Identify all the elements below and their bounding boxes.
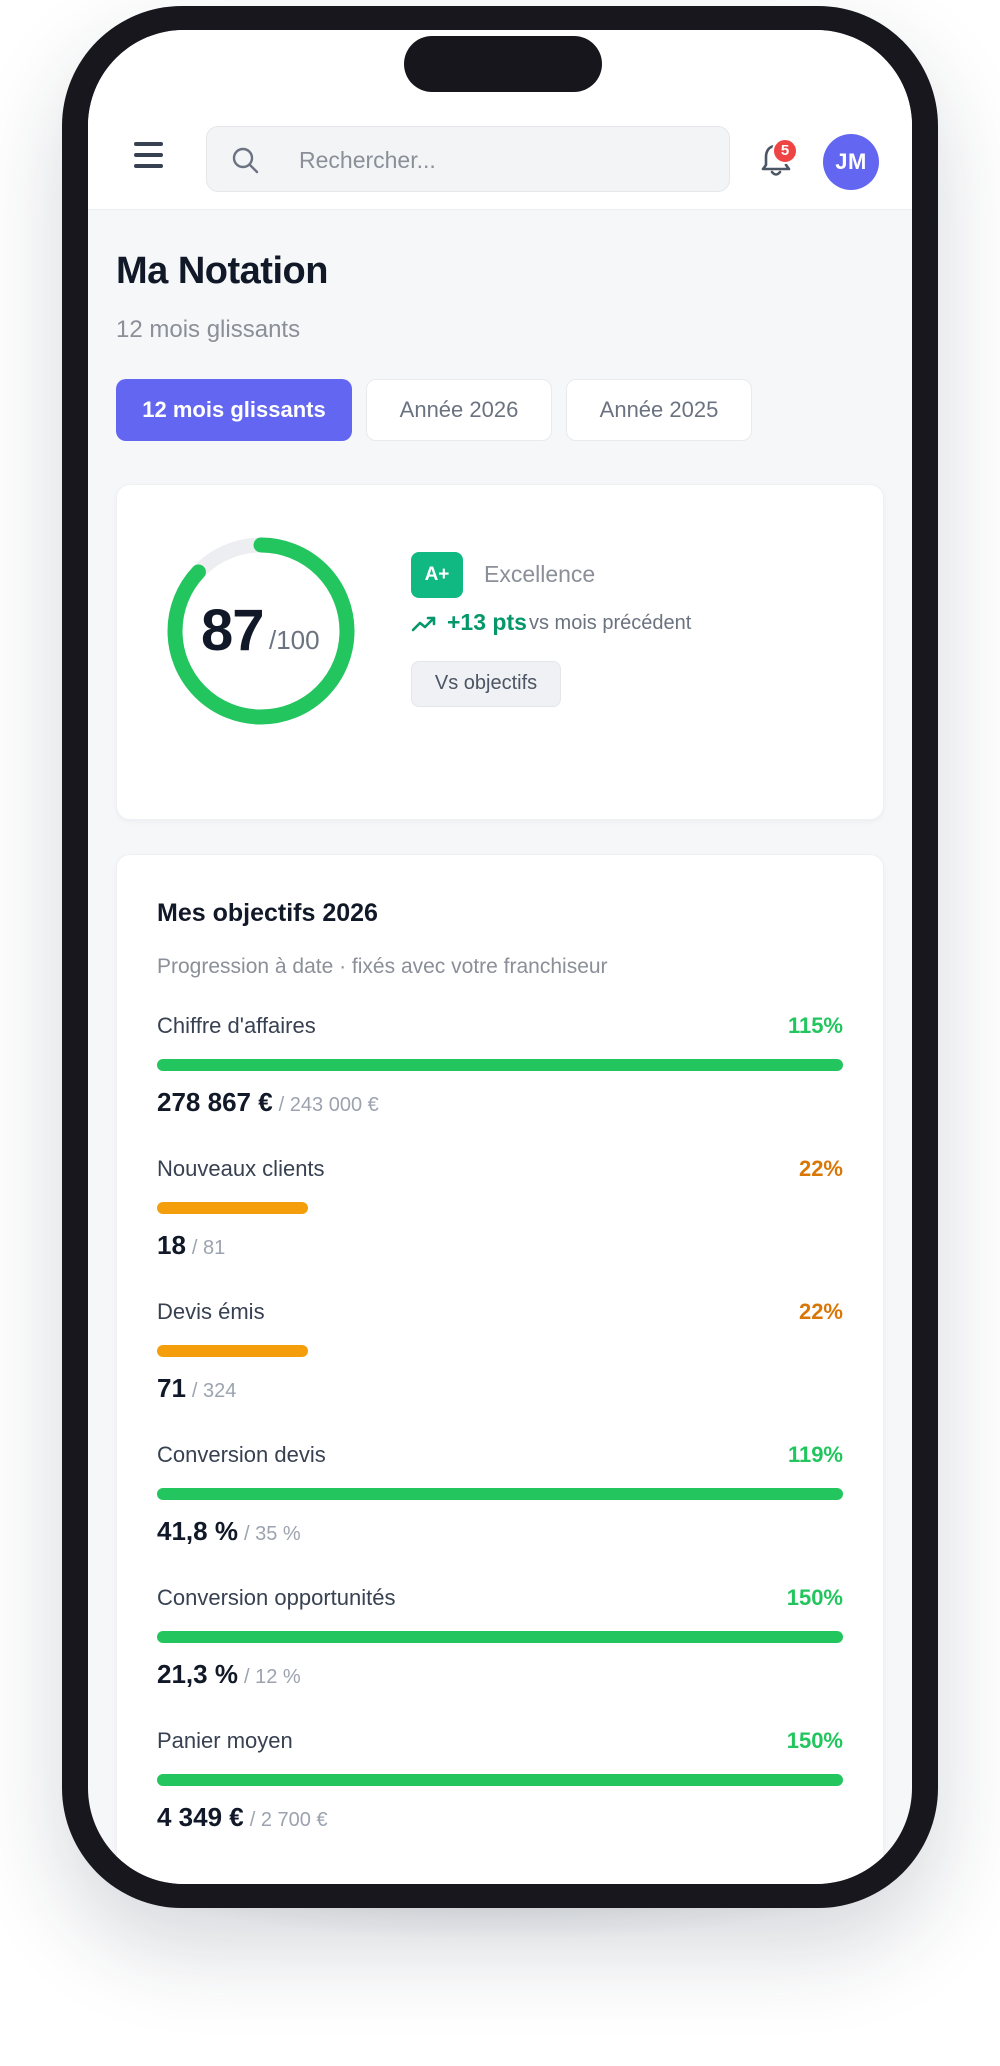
tab-annee-2025[interactable]: Année 2025 <box>566 379 752 441</box>
goal-label: Nouveaux clients <box>157 1156 325 1181</box>
tab-12-mois-glissants[interactable]: 12 mois glissants <box>116 379 352 441</box>
trend-value: +13 pts <box>447 609 527 635</box>
goal-values: 4 349 €/ 2 700 € <box>157 1802 328 1833</box>
tab-annee-2026[interactable]: Année 2026 <box>366 379 552 441</box>
goal-values: 41,8 %/ 35 % <box>157 1516 301 1547</box>
goal-label: Devis émis <box>157 1299 265 1324</box>
goal-current: 21,3 % <box>157 1659 238 1689</box>
goal-label: Chiffre d'affaires <box>157 1013 316 1038</box>
goal-values: 71/ 324 <box>157 1373 236 1404</box>
search-input[interactable] <box>299 141 699 179</box>
search-bar[interactable] <box>206 126 730 192</box>
goal-percent: 119% <box>787 1442 843 1467</box>
goal-percent: 150% <box>786 1728 843 1753</box>
goals-subtitle: Progression à date · fixés avec votre fr… <box>157 955 608 978</box>
phone-frame: 5 JM Ma Notation 12 mois glissants 12 mo… <box>62 6 938 1908</box>
vs-objectifs-button[interactable]: Vs objectifs <box>411 661 561 707</box>
goal-label: Conversion opportunités <box>157 1585 396 1610</box>
search-icon <box>232 147 259 174</box>
goal-percent: 150% <box>786 1585 843 1610</box>
trend-text: vs mois précédent <box>529 612 692 634</box>
goal-progress-bar <box>157 1631 843 1643</box>
score-card: 87 /100 A+ Excellence +13 pts vs mois pr… <box>116 484 884 820</box>
goal-percent: 22% <box>798 1156 843 1181</box>
goal-target: / 2 700 € <box>249 1809 328 1831</box>
goal-label: Conversion devis <box>157 1442 326 1467</box>
goal-target: / 324 <box>191 1380 237 1402</box>
goal-row: Chiffre d'affaires 115% 278 867 €/ 243 0… <box>157 1013 843 1133</box>
goal-progress-bar <box>157 1059 843 1071</box>
goal-current: 4 349 € <box>157 1802 244 1832</box>
goal-percent: 22% <box>798 1299 843 1324</box>
goal-current: 278 867 € <box>157 1087 273 1117</box>
goal-values: 21,3 %/ 12 % <box>157 1659 301 1690</box>
grade-label: Excellence <box>484 561 596 587</box>
goal-target: / 81 <box>191 1237 226 1259</box>
goal-row: Panier moyen 150% 4 349 €/ 2 700 € <box>157 1728 843 1848</box>
goal-percent: 115% <box>787 1013 843 1038</box>
goal-progress-bar <box>157 1488 843 1500</box>
goal-target: / 12 % <box>243 1666 301 1688</box>
goal-target: / 35 % <box>243 1523 301 1545</box>
goal-label: Panier moyen <box>157 1728 293 1753</box>
goal-row: Conversion devis 119% 41,8 %/ 35 % <box>157 1442 843 1562</box>
notification-badge: 5 <box>772 138 798 164</box>
goal-progress-bar <box>157 1774 843 1786</box>
goal-current: 41,8 % <box>157 1516 238 1546</box>
score-max: /100 <box>269 625 320 655</box>
goals-title: Mes objectifs 2026 <box>157 899 378 927</box>
goal-progress-bar <box>157 1202 308 1214</box>
score-value: 87 <box>201 598 265 663</box>
camera-notch <box>404 36 602 92</box>
page-subtitle: 12 mois glissants <box>116 316 301 343</box>
goal-current: 18 <box>157 1230 186 1260</box>
goal-target: / 243 000 € <box>278 1094 379 1116</box>
goal-row: Nouveaux clients 22% 18/ 81 <box>157 1156 843 1276</box>
goal-row: Conversion opportunités 150% 21,3 %/ 12 … <box>157 1585 843 1705</box>
goal-current: 71 <box>157 1373 186 1403</box>
trend-up-icon <box>411 616 436 632</box>
menu-icon[interactable] <box>132 140 166 170</box>
phone-screen: 5 JM Ma Notation 12 mois glissants 12 mo… <box>88 30 912 1884</box>
goal-progress-bar <box>157 1345 308 1357</box>
goals-card: Mes objectifs 2026 Progression à date · … <box>116 854 884 1884</box>
user-avatar[interactable]: JM <box>823 134 879 190</box>
page-title: Ma Notation <box>116 250 328 292</box>
goal-values: 18/ 81 <box>157 1230 225 1261</box>
goal-row: Devis émis 22% 71/ 324 <box>157 1299 843 1419</box>
grade-badge: A+ <box>411 552 463 598</box>
goal-values: 278 867 €/ 243 000 € <box>157 1087 379 1118</box>
